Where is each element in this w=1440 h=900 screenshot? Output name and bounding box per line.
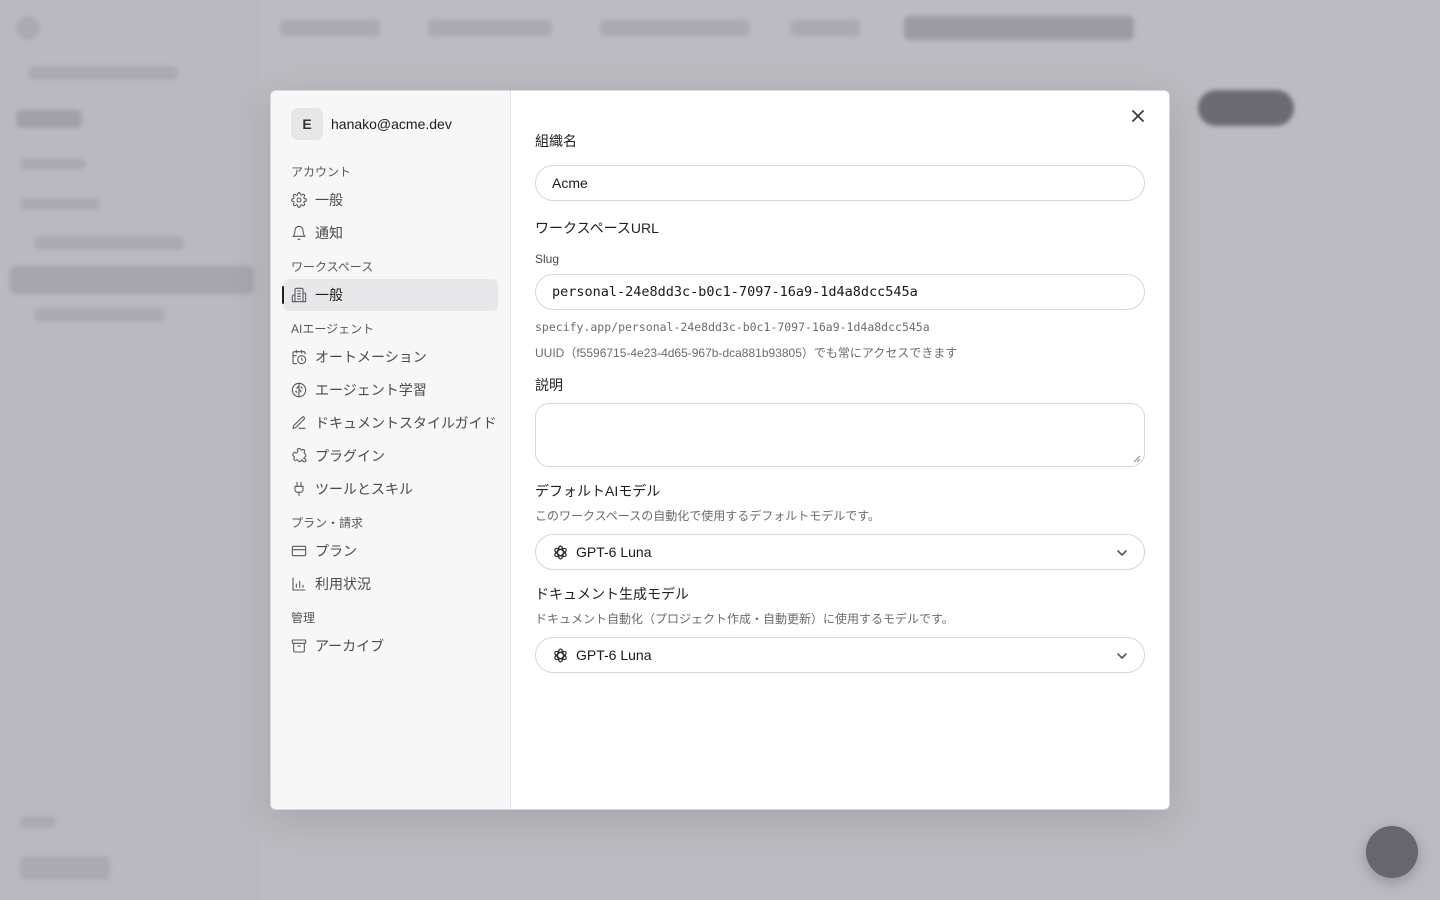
nav-item-workspace-general[interactable]: 一般: [282, 279, 498, 311]
nav-item-usage[interactable]: 利用状況: [291, 568, 498, 600]
default-model-help: このワークスペースの自動化で使用するデフォルトモデルです。: [535, 509, 881, 523]
description-label: 説明: [535, 377, 563, 393]
openai-logo-icon: [554, 648, 567, 662]
settings-content: 組織名 Acme ワークスペースURL Slug personal-24e8dd…: [511, 91, 1169, 809]
description-textarea[interactable]: [535, 403, 1145, 467]
nav-item-label: ツールとスキル: [315, 481, 413, 497]
doc-model-select[interactable]: GPT-6 Luna: [535, 637, 1145, 673]
doc-model-value: GPT-6 Luna: [576, 647, 652, 663]
nav-item-style-guide[interactable]: ドキュメントスタイルガイド: [291, 407, 498, 439]
nav-item-tools[interactable]: ツールとスキル: [291, 473, 498, 505]
nav-item-label: 一般: [315, 287, 343, 303]
org-name-label: 組織名: [535, 133, 577, 149]
building-icon: [291, 287, 307, 303]
bell-icon: [291, 225, 307, 241]
close-button[interactable]: [1127, 105, 1149, 127]
slug-value: personal-24e8dd3c-b0c1-7097-16a9-1d4a8dc…: [552, 284, 918, 300]
org-name-value: Acme: [552, 175, 588, 191]
avatar: E: [291, 108, 323, 140]
default-model-label: デフォルトAIモデル: [535, 483, 661, 499]
doc-model-label: ドキュメント生成モデル: [535, 586, 689, 602]
workspace-url-label: ワークスペースURL: [535, 220, 659, 236]
nav-item-archive[interactable]: アーカイブ: [291, 630, 498, 662]
nav-item-label: ドキュメントスタイルガイド: [315, 415, 497, 431]
credit-card-icon: [291, 543, 307, 559]
nav-item-automation[interactable]: オートメーション: [291, 341, 498, 373]
nav-item-label: エージェント学習: [315, 382, 427, 398]
settings-modal: E hanako@acme.dev アカウント 一般 通知 ワークスペース 一般…: [270, 90, 1170, 810]
nav-item-notifications[interactable]: 通知: [291, 217, 498, 249]
nav-item-plan[interactable]: プラン: [291, 535, 498, 567]
org-name-input[interactable]: Acme: [535, 165, 1145, 201]
section-label-ai-agent: AIエージェント: [291, 322, 375, 336]
section-label-account: アカウント: [291, 165, 352, 179]
calendar-clock-icon: [291, 349, 307, 365]
pen-icon: [291, 415, 307, 431]
default-model-select[interactable]: GPT-6 Luna: [535, 534, 1145, 570]
nav-item-plugins[interactable]: プラグイン: [291, 440, 498, 472]
nav-item-agent-learning[interactable]: エージェント学習: [291, 374, 498, 406]
gear-icon: [291, 192, 307, 208]
brain-icon: [291, 382, 307, 398]
openai-logo-icon: [554, 545, 567, 559]
nav-item-label: 通知: [315, 225, 343, 241]
settings-nav: E hanako@acme.dev アカウント 一般 通知 ワークスペース 一般…: [271, 91, 511, 809]
nav-item-label: 一般: [315, 192, 343, 208]
chevron-down-icon: [1116, 649, 1128, 661]
chevron-down-icon: [1116, 546, 1128, 558]
uuid-note: UUID（f5596715-4e23-4d65-967b-dca881b9380…: [535, 346, 958, 360]
nav-item-label: 利用状況: [315, 576, 371, 592]
workspace-url-preview: specify.app/personal-24e8dd3c-b0c1-7097-…: [535, 320, 930, 334]
section-label-admin: 管理: [291, 611, 316, 625]
nav-item-label: プラン: [315, 543, 357, 559]
doc-model-help: ドキュメント自動化（プロジェクト作成・自動更新）に使用するモデルです。: [535, 612, 954, 626]
puzzle-icon: [291, 448, 307, 464]
archive-icon: [291, 638, 307, 654]
user-email: hanako@acme.dev: [331, 116, 452, 132]
user-header: E hanako@acme.dev: [291, 107, 498, 141]
slug-input[interactable]: personal-24e8dd3c-b0c1-7097-16a9-1d4a8dc…: [535, 274, 1145, 310]
plug-icon: [291, 481, 307, 497]
nav-item-label: プラグイン: [315, 448, 385, 464]
nav-item-label: アーカイブ: [315, 638, 385, 654]
resize-grip-icon[interactable]: [1133, 455, 1141, 463]
slug-label: Slug: [535, 252, 560, 266]
default-model-value: GPT-6 Luna: [576, 544, 652, 560]
nav-item-label: オートメーション: [315, 349, 427, 365]
section-label-billing: プラン・請求: [291, 516, 364, 530]
section-label-workspace: ワークスペース: [291, 260, 374, 274]
close-icon: [1132, 110, 1144, 122]
nav-item-account-general[interactable]: 一般: [291, 184, 498, 216]
bar-chart-icon: [291, 576, 307, 592]
